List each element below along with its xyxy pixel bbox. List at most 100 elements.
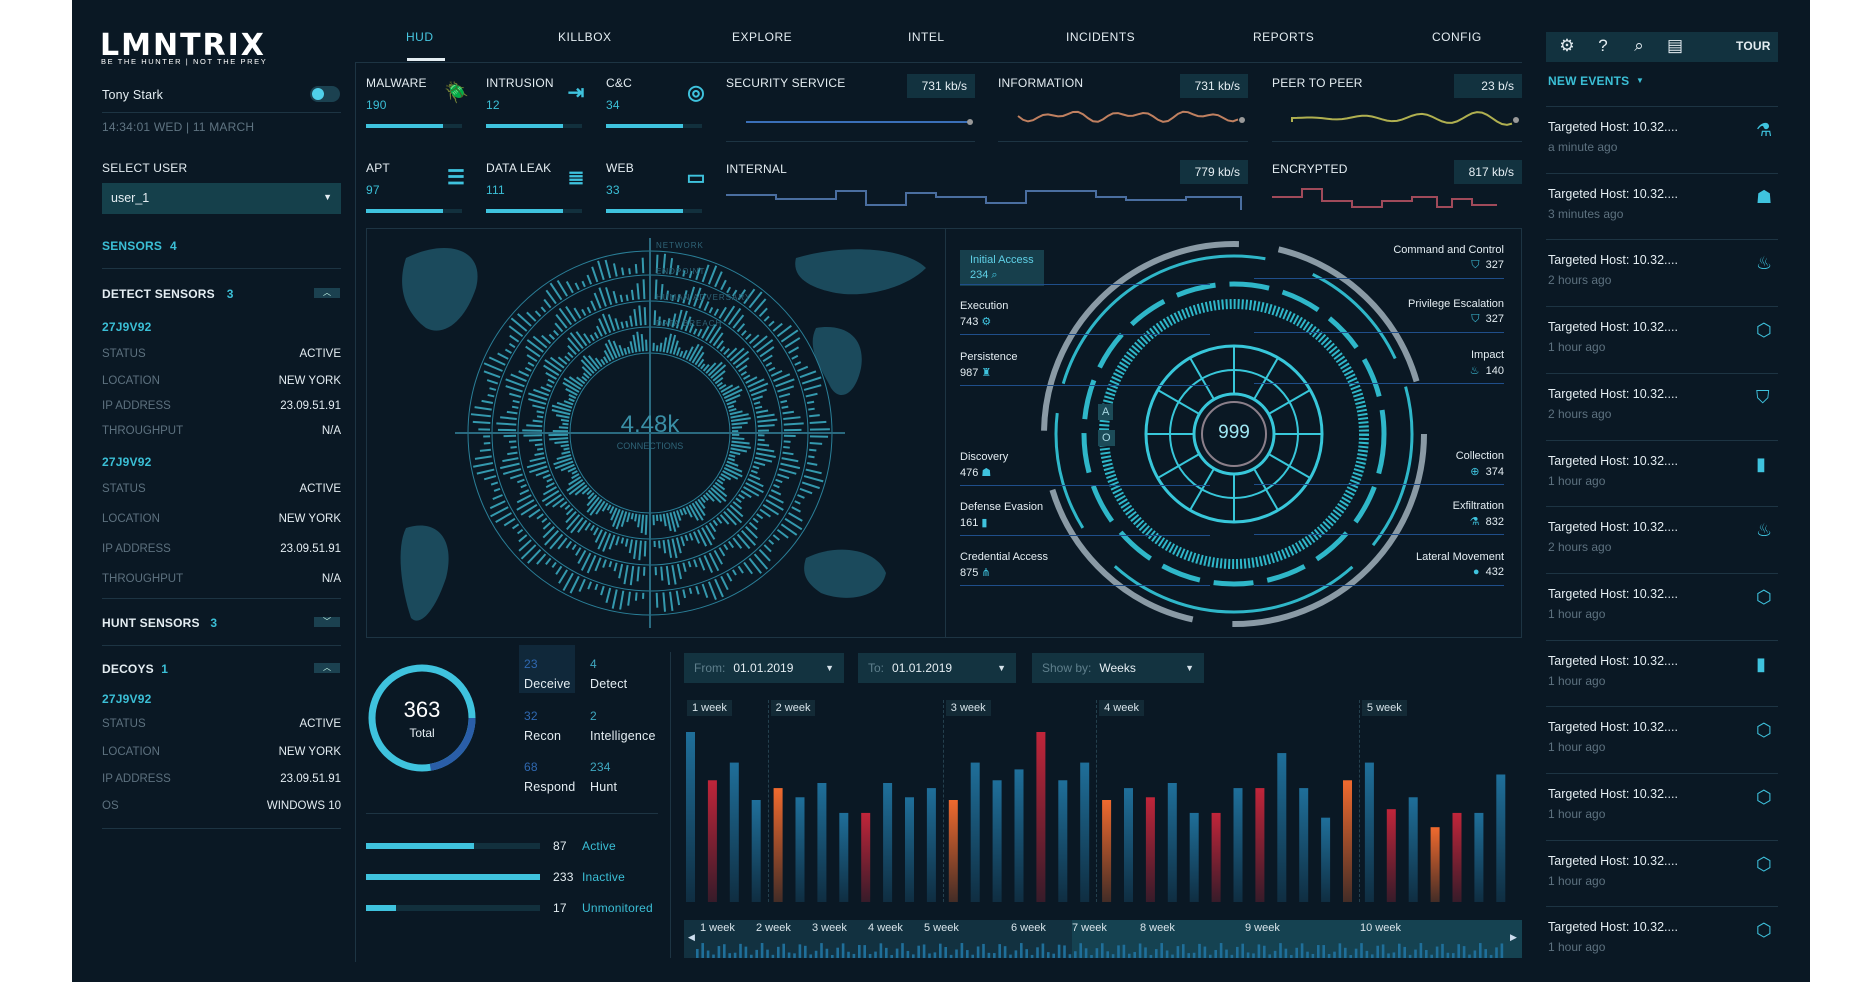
- killchain-discovery[interactable]: Discovery 476 ☗: [960, 451, 1008, 479]
- tab-reports[interactable]: REPORTS: [1253, 30, 1314, 44]
- event-item[interactable]: Targeted Host: 10.32.... 1 hour ago ⬡: [1546, 572, 1778, 640]
- chart-bar[interactable]: [817, 783, 827, 902]
- chart-bar[interactable]: [992, 780, 1002, 902]
- chart-bar[interactable]: [1496, 774, 1506, 903]
- chevron-down-icon[interactable]: ▼: [1636, 76, 1644, 85]
- chart-bar[interactable]: [1386, 809, 1396, 902]
- chevron-left-icon[interactable]: ◀: [688, 932, 695, 943]
- search-icon[interactable]: ⌕: [1628, 36, 1650, 56]
- chart-bar[interactable]: [1036, 732, 1046, 902]
- chevron-up-icon[interactable]: ︿: [314, 663, 340, 673]
- timeline-minibar: [701, 943, 704, 958]
- event-item[interactable]: Targeted Host: 10.32.... 1 hour ago ⬡: [1546, 306, 1778, 373]
- chart-bar[interactable]: [1364, 762, 1374, 902]
- chart-bar[interactable]: [1167, 783, 1177, 902]
- chart-bar[interactable]: [1408, 797, 1418, 902]
- chart-bar[interactable]: [1124, 788, 1133, 902]
- chevron-down-icon[interactable]: ﹀: [314, 617, 340, 627]
- killchain-collection[interactable]: Collection ⊕ 374: [1324, 450, 1504, 478]
- chart-bar[interactable]: [707, 780, 717, 902]
- tab-killbox[interactable]: KILLBOX: [558, 30, 612, 44]
- filter-to[interactable]: To: 01.01.2019 ▼: [858, 653, 1016, 683]
- category-detect[interactable]: Detect: [590, 677, 627, 691]
- chart-bar[interactable]: [839, 812, 849, 902]
- chart-bar[interactable]: [1277, 753, 1287, 902]
- category-recon[interactable]: Recon: [524, 729, 561, 743]
- event-item[interactable]: Targeted Host: 10.32.... 2 hours ago ♨: [1546, 506, 1778, 573]
- chart-bar[interactable]: [773, 788, 783, 902]
- event-item[interactable]: Targeted Host: 10.32.... 2 hours ago ⛉: [1546, 372, 1778, 440]
- category-respond[interactable]: Respond: [524, 780, 575, 794]
- killchain-execution[interactable]: Execution 743 ⚙: [960, 300, 1008, 328]
- chart-bar[interactable]: [1014, 769, 1024, 902]
- killchain-defense-evasion[interactable]: Defense Evasion 161 ▮: [960, 501, 1043, 529]
- chart-bar[interactable]: [1145, 797, 1155, 902]
- chart-bar[interactable]: [948, 800, 958, 902]
- document-icon[interactable]: ▤: [1664, 36, 1686, 56]
- theme-toggle[interactable]: [310, 86, 340, 102]
- killchain-command-and-control[interactable]: Command and Control ⛉ 327: [1324, 244, 1504, 272]
- chart-bar[interactable]: [1189, 812, 1199, 902]
- chevron-up-icon[interactable]: ︿: [314, 288, 340, 298]
- chart-bar[interactable]: [1211, 812, 1221, 902]
- killchain-exfiltration[interactable]: Exfiltration ⚗ 832: [1324, 500, 1504, 528]
- chart-bar[interactable]: [795, 797, 805, 902]
- chart-bar[interactable]: [686, 732, 695, 902]
- event-item[interactable]: Targeted Host: 10.32.... 1 hour ago ⬡: [1546, 906, 1778, 973]
- user-select[interactable]: user_1 ▼: [102, 183, 341, 214]
- event-item[interactable]: Targeted Host: 10.32.... 1 hour ago ⬡: [1546, 839, 1778, 907]
- chart-bar[interactable]: [1102, 800, 1112, 902]
- chart-bar[interactable]: [1233, 788, 1243, 902]
- category-hunt[interactable]: Hunt: [590, 780, 617, 794]
- radial-tick: [726, 400, 737, 406]
- help-icon[interactable]: ?: [1592, 36, 1614, 56]
- chart-bar[interactable]: [926, 788, 936, 902]
- chart-bar[interactable]: [1474, 812, 1484, 902]
- event-item[interactable]: Targeted Host: 10.32.... 1 hour ago ⬡: [1546, 706, 1778, 773]
- chart-bar[interactable]: [1430, 827, 1440, 902]
- chart-bar[interactable]: [861, 812, 871, 902]
- killchain-initial-access[interactable]: Initial Access 234 ⌕: [960, 250, 1044, 286]
- chart-bar[interactable]: [1299, 788, 1309, 902]
- chart-bar[interactable]: [1255, 788, 1265, 902]
- killchain-persistence[interactable]: Persistence 987 ♜: [960, 351, 1017, 379]
- tab-intel[interactable]: INTEL: [908, 30, 945, 44]
- tab-incidents[interactable]: INCIDENTS: [1066, 30, 1135, 44]
- stepline: [1272, 188, 1497, 208]
- event-item[interactable]: Targeted Host: 10.32.... 1 hour ago ▮: [1546, 639, 1778, 707]
- chart-bar[interactable]: [1452, 812, 1462, 902]
- tab-hud[interactable]: HUD: [406, 30, 434, 44]
- killchain-impact[interactable]: Impact ♨ 140: [1324, 349, 1504, 377]
- category-intelligence[interactable]: Intelligence: [590, 729, 656, 743]
- filter-from[interactable]: From: 01.01.2019 ▼: [684, 653, 844, 683]
- chart-bar[interactable]: [729, 762, 739, 902]
- chart-bar[interactable]: [905, 797, 914, 902]
- chart-bar[interactable]: [1080, 762, 1090, 902]
- killchain-lateral-movement[interactable]: Lateral Movement ● 432: [1324, 551, 1504, 578]
- status-unmonitored[interactable]: Unmonitored: [582, 901, 653, 915]
- event-item[interactable]: Targeted Host: 10.32.... 1 hour ago ▮: [1546, 439, 1778, 507]
- killchain-credential-access[interactable]: Credential Access 875 ⋔: [960, 551, 1048, 579]
- settings-icon[interactable]: ⚙: [1556, 36, 1578, 56]
- status-inactive[interactable]: Inactive: [582, 870, 625, 884]
- killchain-privilege-escalation[interactable]: Privilege Escalation ⛉ 327: [1324, 298, 1504, 326]
- chart-bar[interactable]: [1058, 780, 1068, 902]
- chart-bar[interactable]: [883, 783, 893, 902]
- chart-bar[interactable]: [1321, 817, 1331, 902]
- event-item[interactable]: Targeted Host: 10.32.... 3 minutes ago ☗: [1546, 172, 1778, 240]
- event-item[interactable]: Targeted Host: 10.32.... a minute ago ⚗: [1546, 106, 1778, 173]
- tab-config[interactable]: CONFIG: [1432, 30, 1482, 44]
- chart-bar[interactable]: [751, 800, 761, 902]
- new-events-dropdown[interactable]: NEW EVENTS: [1548, 74, 1629, 88]
- category-deceive[interactable]: Deceive: [524, 677, 571, 691]
- chart-bar[interactable]: [970, 762, 980, 902]
- tab-explore[interactable]: EXPLORE: [732, 30, 792, 44]
- event-item[interactable]: Targeted Host: 10.32.... 2 hours ago ♨: [1546, 239, 1778, 306]
- chart-bar[interactable]: [1343, 780, 1352, 902]
- event-title: Targeted Host: 10.32....: [1548, 186, 1678, 201]
- filter-show[interactable]: Show by: Weeks ▼: [1032, 653, 1204, 683]
- event-item[interactable]: Targeted Host: 10.32.... 1 hour ago ⬡: [1546, 773, 1778, 840]
- timeline-minibar: [1052, 953, 1055, 958]
- status-active[interactable]: Active: [582, 839, 616, 853]
- tour-button[interactable]: TOUR: [1736, 39, 1771, 53]
